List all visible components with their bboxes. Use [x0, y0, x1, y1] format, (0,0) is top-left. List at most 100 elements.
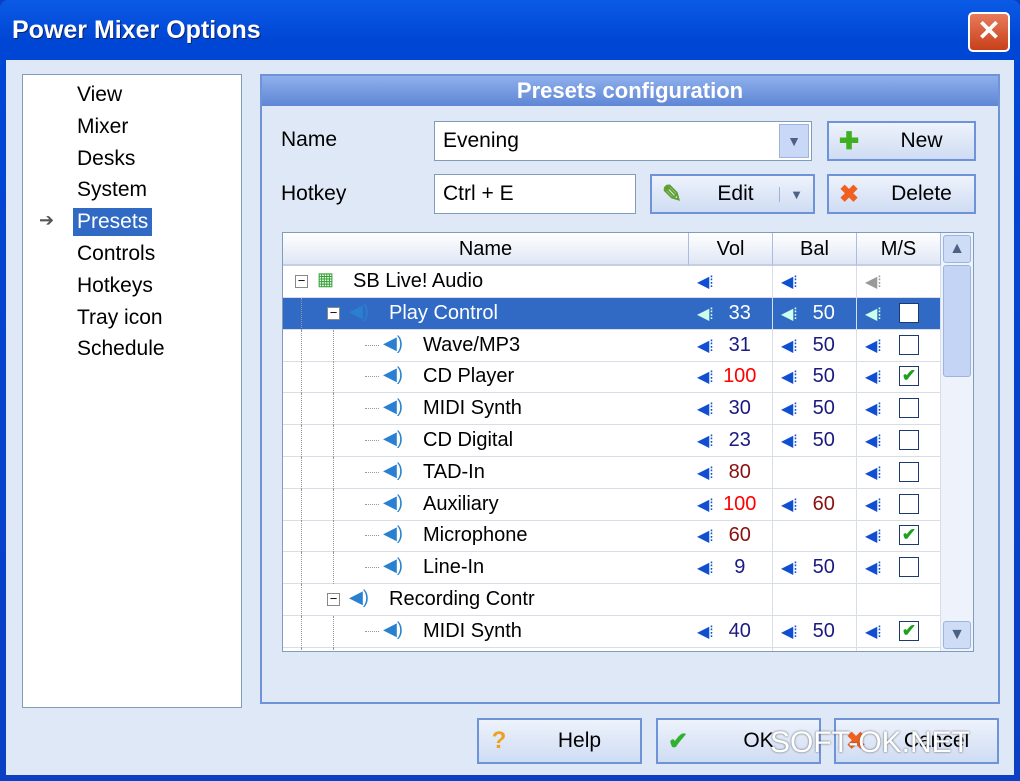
chevron-down-icon[interactable]: ▼	[779, 124, 809, 158]
table-row[interactable]: − ▦ SB Live! Audio ◀⁞ ◀⁞ ◀⁞	[283, 266, 941, 298]
ms-cell[interactable]: ◀⁞	[857, 647, 941, 651]
table-row[interactable]: ◀) MIDI Synth ◀⁞ 40 ◀⁞ 50 ◀⁞ ✔	[283, 615, 941, 648]
mute-checkbox[interactable]	[899, 493, 919, 514]
collapse-toggle[interactable]: −	[327, 592, 340, 606]
nav-item-tray-icon[interactable]: Tray icon	[73, 304, 167, 332]
delete-button[interactable]: ✖ Delete	[827, 174, 976, 214]
table-row[interactable]: ◀) CD Digital ◀⁞ 23 ◀⁞ 50 ◀⁞	[283, 425, 941, 457]
mute-checkbox[interactable]	[899, 461, 919, 482]
ms-cell[interactable]: ◀⁞	[857, 456, 941, 488]
ms-cell[interactable]: ◀⁞	[857, 297, 941, 329]
vol-cell[interactable]	[689, 584, 773, 615]
bal-cell[interactable]	[773, 520, 857, 552]
col-header-name[interactable]: Name	[283, 233, 689, 266]
table-row[interactable]: ◀) Line-In ◀⁞ 9 ◀⁞ 50 ◀⁞	[283, 552, 941, 585]
bal-cell[interactable]: ◀⁞50	[773, 393, 857, 425]
mute-checkbox[interactable]	[899, 302, 919, 323]
table-row[interactable]: ◀) Wave/MP3 ◀⁞ 31 ◀⁞ 50 ◀⁞	[283, 329, 941, 362]
vol-value: 60	[728, 524, 751, 547]
hotkey-input[interactable]: Ctrl + E	[434, 174, 636, 214]
preset-name-select[interactable]: Evening ▼	[434, 121, 812, 161]
mute-checkbox[interactable]	[899, 398, 919, 419]
vol-cell[interactable]: ◀⁞ 33	[689, 297, 773, 329]
bal-cell[interactable]: ◀⁞	[773, 266, 857, 297]
table-row[interactable]: ◀) CD Player ◀⁞ 100 ◀⁞ 50 ◀⁞ ✔	[283, 361, 941, 394]
ms-cell[interactable]: ◀⁞	[857, 552, 941, 584]
vol-cell[interactable]: ◀⁞ 80	[689, 456, 773, 488]
table-row[interactable]: ◀) Auxiliary ◀⁞ 100 ◀⁞ 60 ◀⁞	[283, 488, 941, 521]
row-name: Microphone	[423, 524, 528, 547]
table-row[interactable]: ◀) Microphone ◀⁞ 60 ◀⁞ ✔	[283, 520, 941, 553]
scroll-down-icon[interactable]: ▼	[943, 621, 971, 649]
vertical-scrollbar[interactable]: ▲ ▼	[941, 233, 973, 651]
vol-cell[interactable]: ◀⁞68	[689, 647, 773, 651]
close-button[interactable]: ✕	[968, 12, 1010, 52]
bal-cell[interactable]: ◀⁞50	[773, 361, 857, 393]
collapse-toggle[interactable]: −	[295, 274, 308, 288]
bal-cell[interactable]: ◀⁞50	[773, 647, 857, 651]
mute-checkbox[interactable]	[899, 334, 919, 355]
vol-cell[interactable]: ◀⁞ 9	[689, 552, 773, 584]
bal-cell[interactable]: ◀⁞50	[773, 615, 857, 647]
nav-item-presets[interactable]: Presets	[73, 208, 153, 237]
ms-cell[interactable]	[857, 584, 941, 615]
speaker-icon: ◀⁞	[697, 337, 714, 355]
bal-cell[interactable]	[773, 456, 857, 488]
bal-cell[interactable]: ◀⁞50	[773, 425, 857, 456]
nav-item-view[interactable]: View	[73, 81, 126, 109]
vol-cell[interactable]: ◀⁞ 30	[689, 393, 773, 425]
vol-cell[interactable]: ◀⁞ 100	[689, 488, 773, 520]
ms-cell[interactable]: ◀⁞	[857, 488, 941, 520]
ms-cell[interactable]: ◀⁞ ✔	[857, 361, 941, 393]
ms-cell[interactable]: ◀⁞	[857, 393, 941, 425]
collapse-toggle[interactable]: −	[327, 306, 340, 320]
table-row[interactable]: ◀)CD Digital◀⁞68◀⁞50◀⁞	[283, 647, 941, 651]
nav-item-controls[interactable]: Controls	[73, 240, 159, 268]
table-row[interactable]: − ◀) Recording Contr	[283, 584, 941, 616]
bal-cell[interactable]: ◀⁞50	[773, 552, 857, 584]
mute-checkbox[interactable]: ✔	[899, 620, 919, 641]
bal-cell[interactable]: ◀⁞50	[773, 329, 857, 361]
ms-cell[interactable]: ◀⁞	[857, 266, 941, 297]
bal-cell[interactable]	[773, 584, 857, 615]
col-header-bal[interactable]: Bal	[773, 233, 857, 266]
new-button[interactable]: ✚ New	[827, 121, 976, 161]
vol-cell[interactable]: ◀⁞ 23	[689, 425, 773, 456]
help-button[interactable]: ? Help	[477, 718, 642, 764]
mute-checkbox[interactable]	[899, 430, 919, 450]
nav-item-desks[interactable]: Desks	[73, 145, 139, 173]
bal-value: 50	[812, 619, 835, 642]
edit-button[interactable]: ✎ Edit ▼	[650, 174, 815, 214]
table-row[interactable]: ◀) MIDI Synth ◀⁞ 30 ◀⁞ 50 ◀⁞	[283, 393, 941, 426]
ms-cell[interactable]: ◀⁞	[857, 329, 941, 361]
mute-checkbox[interactable]	[899, 557, 919, 578]
speaker-icon: ◀⁞	[781, 496, 798, 514]
nav-item-system[interactable]: System	[73, 176, 151, 204]
table-row[interactable]: − ◀) Play Control ◀⁞ 33 ◀⁞ 50 ◀⁞	[283, 297, 941, 330]
vol-cell[interactable]: ◀⁞ 40	[689, 615, 773, 647]
vol-value: 80	[728, 460, 751, 483]
vol-cell[interactable]: ◀⁞ 31	[689, 329, 773, 361]
speaker-icon: ◀⁞	[865, 401, 882, 419]
bal-value: 50	[812, 556, 835, 579]
scroll-up-icon[interactable]: ▲	[943, 235, 971, 263]
edit-dropdown-icon[interactable]: ▼	[779, 186, 813, 202]
ms-cell[interactable]: ◀⁞ ✔	[857, 520, 941, 552]
ms-cell[interactable]: ◀⁞ ✔	[857, 615, 941, 647]
delete-x-icon: ✖	[838, 180, 860, 208]
bal-cell[interactable]: ◀⁞ 60	[773, 488, 857, 520]
col-header-vol[interactable]: Vol	[689, 233, 773, 266]
nav-item-mixer[interactable]: Mixer	[73, 113, 132, 141]
bal-cell[interactable]: ◀⁞50	[773, 297, 857, 329]
nav-item-schedule[interactable]: Schedule	[73, 335, 169, 363]
vol-cell[interactable]: ◀⁞ 60	[689, 520, 773, 552]
mute-checkbox[interactable]: ✔	[899, 525, 919, 546]
col-header-ms[interactable]: M/S	[857, 233, 941, 266]
mute-checkbox[interactable]: ✔	[899, 366, 919, 387]
nav-item-hotkeys[interactable]: Hotkeys	[73, 272, 157, 300]
vol-cell[interactable]: ◀⁞ 100	[689, 361, 773, 393]
table-row[interactable]: ◀) TAD-In ◀⁞ 80 ◀⁞	[283, 456, 941, 489]
vol-cell[interactable]: ◀⁞	[689, 266, 773, 297]
scrollbar-thumb[interactable]	[943, 265, 971, 377]
ms-cell[interactable]: ◀⁞	[857, 425, 941, 456]
